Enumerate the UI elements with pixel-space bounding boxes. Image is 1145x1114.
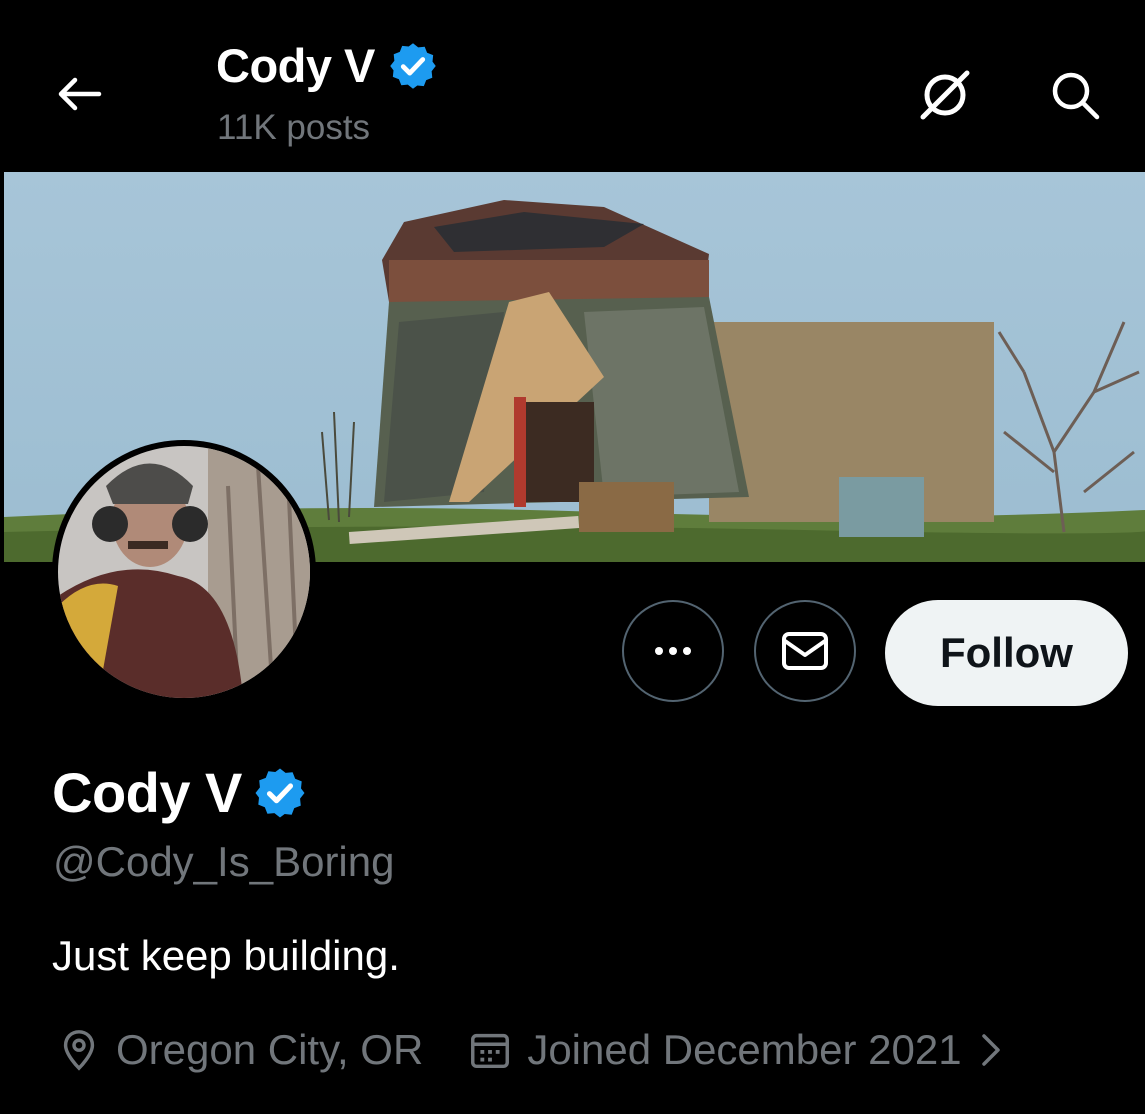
joined-text: Joined December 2021: [527, 1026, 962, 1073]
grok-button[interactable]: [910, 62, 980, 128]
avatar[interactable]: [52, 440, 316, 704]
back-arrow-icon: [58, 77, 102, 111]
avatar-photo: [58, 446, 310, 698]
back-button[interactable]: [48, 66, 108, 122]
location-pin-icon: [63, 1030, 95, 1071]
message-button[interactable]: [754, 600, 856, 702]
search-icon: [1052, 72, 1100, 120]
verified-badge-icon[interactable]: [252, 765, 308, 821]
profile-bio: Just keep building.: [52, 932, 400, 979]
location-item: Oregon City, OR: [56, 1026, 423, 1074]
profile-meta: Oregon City, OR Joined December 2021: [56, 1026, 1018, 1074]
top-bar: Cody V 11K posts: [0, 0, 1145, 172]
calendar-icon: [471, 1033, 510, 1069]
profile-handle: @Cody_Is_Boring: [53, 838, 395, 885]
location-text: Oregon City, OR: [116, 1026, 424, 1073]
follow-button[interactable]: Follow: [885, 600, 1128, 706]
post-count: 11K posts: [217, 108, 371, 147]
more-icon: [655, 647, 691, 655]
joined-item[interactable]: Joined December 2021: [467, 1026, 1017, 1074]
verified-badge-icon: [390, 42, 436, 89]
mail-icon: [782, 632, 828, 670]
profile-name: Cody V: [52, 761, 242, 824]
grok-icon: [920, 70, 970, 120]
search-button[interactable]: [1040, 62, 1110, 128]
profile-name-row: Cody V: [52, 760, 308, 825]
chevron-right-icon: [981, 1034, 1000, 1066]
header-name: Cody V: [216, 39, 375, 92]
more-button[interactable]: [622, 600, 724, 702]
header-title: Cody V: [216, 38, 439, 93]
